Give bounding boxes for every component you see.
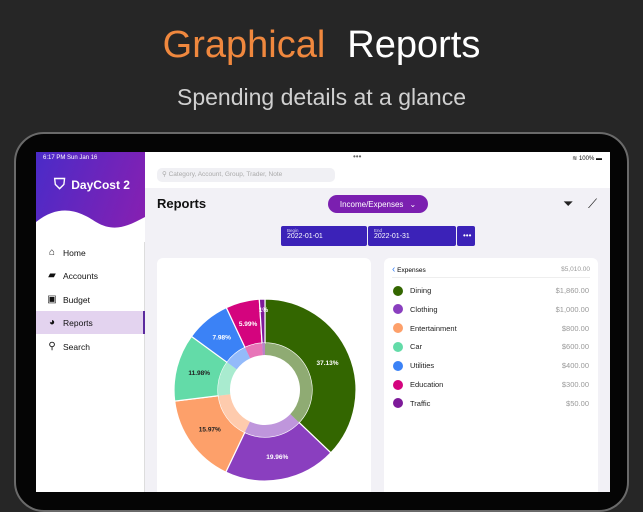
- sidebar-item-reports[interactable]: ◕ Reports: [36, 311, 145, 334]
- slice-label: 5.99%: [239, 321, 258, 328]
- date-range: Begin 2022-01-01 End 2022-01-31 •••: [281, 226, 475, 246]
- battery-status: ≋ 100% ▬: [572, 156, 602, 162]
- search-placeholder: Category, Account, Group, Trader, Note: [168, 171, 283, 178]
- color-dot: [393, 360, 403, 371]
- list-item[interactable]: Utilities $400.00: [393, 356, 589, 375]
- sidebar-item-budget[interactable]: ▣ Budget: [36, 288, 145, 311]
- category-amount: $1,000.00: [555, 304, 589, 314]
- list-item[interactable]: Education $300.00: [393, 375, 589, 394]
- budget-icon: ▣: [47, 294, 57, 305]
- page-title: Reports: [157, 196, 207, 211]
- list-item[interactable]: Entertainment $800.00: [393, 319, 589, 338]
- search-icon: ⚲: [48, 341, 56, 352]
- slice-label: 7.98%: [213, 335, 232, 342]
- app-screen: 6:17 PM Sun Jan 16 ⛉ DayCost 2 ⌂ Home ▰ Acc…: [36, 152, 610, 492]
- more-button[interactable]: •••: [457, 226, 475, 246]
- title-rest: Reports: [347, 24, 481, 66]
- begin-label: Begin: [287, 228, 299, 233]
- category-name: Entertainment: [410, 323, 457, 333]
- slice-label: 15.97%: [199, 427, 221, 434]
- search-input[interactable]: ⚲ Category, Account, Group, Trader, Note: [157, 168, 335, 182]
- end-date[interactable]: End 2022-01-31: [368, 226, 456, 246]
- category-name: Traffic: [410, 398, 431, 408]
- wallet-icon: ▰: [48, 270, 56, 281]
- category-amount: $300.00: [561, 380, 589, 389]
- list-total: $5,010.00: [561, 266, 590, 273]
- end-value: 2022-01-31: [374, 233, 410, 240]
- list-item[interactable]: Dining $1,860.00: [393, 281, 589, 300]
- report-type-label: Income/Expenses: [339, 199, 404, 209]
- slice-label: 1%: [259, 307, 269, 314]
- color-dot: [393, 341, 403, 352]
- category-amount: $50.00: [566, 398, 589, 408]
- begin-date[interactable]: Begin 2022-01-01: [281, 226, 367, 246]
- category-amount: $800.00: [561, 323, 589, 333]
- app-logo: ⛉ DayCost 2: [54, 176, 130, 193]
- sidebar-header: 6:17 PM Sun Jan 16 ⛉ DayCost 2: [36, 152, 145, 242]
- expense-list-card: ‹ Expenses $5,010.00 Dining $1,860.00 Cloth…: [384, 258, 598, 492]
- color-dot: [393, 304, 403, 315]
- status-time: 6:17 PM Sun Jan 16: [43, 155, 98, 161]
- multitask-dots-icon[interactable]: •••: [353, 152, 361, 161]
- list-item[interactable]: Car $600.00: [393, 337, 589, 356]
- color-dot: [393, 323, 403, 334]
- shield-dollar-icon: ⛉: [54, 176, 66, 193]
- list-item[interactable]: Clothing $1,000.00: [393, 300, 589, 319]
- nav-label: Budget: [63, 294, 90, 305]
- back-icon[interactable]: ‹: [392, 264, 395, 275]
- top-bar: ••• ≋ 100% ▬ ⚲ Category, Account, Group,…: [145, 152, 610, 188]
- app-name: DayCost 2: [71, 177, 130, 192]
- home-icon: ⌂: [48, 247, 56, 258]
- sidebar-item-accounts[interactable]: ▰ Accounts: [36, 264, 145, 287]
- chart-card: 37.13% 19.96% 15.97% 11.98% 7.98% 5.99% 1%: [157, 258, 371, 492]
- donut-chart: 37.13% 19.96% 15.97% 11.98% 7.98% 5.99%1%: [173, 298, 357, 482]
- nav-label: Home: [63, 247, 86, 258]
- color-dot: [393, 379, 403, 390]
- slice-label: 19.96%: [266, 454, 288, 461]
- category-name: Clothing: [410, 304, 438, 314]
- color-dot: [393, 285, 403, 296]
- slice-label: 37.13%: [316, 360, 338, 367]
- sidebar: 6:17 PM Sun Jan 16 ⛉ DayCost 2 ⌂ Home ▰ Acc…: [36, 152, 145, 492]
- color-dot: [393, 398, 403, 409]
- list-item[interactable]: Traffic $50.00: [393, 394, 589, 413]
- pie-chart-icon: ◕: [48, 317, 56, 328]
- title-accent: Graphical: [162, 24, 326, 66]
- end-label: End: [374, 228, 383, 233]
- promo-subtitle: Spending details at a glance: [177, 84, 466, 110]
- nav-label: Search: [63, 341, 90, 352]
- begin-value: 2022-01-01: [287, 233, 323, 240]
- line-chart-icon[interactable]: ⟋: [588, 196, 597, 212]
- nav-label: Reports: [63, 317, 93, 328]
- category-amount: $600.00: [561, 342, 589, 352]
- category-name: Education: [410, 380, 444, 389]
- category-amount: $1,860.00: [555, 286, 589, 295]
- list-header: ‹ Expenses $5,010.00: [392, 262, 590, 278]
- sidebar-item-home[interactable]: ⌂ Home: [36, 241, 145, 264]
- category-name: Dining: [410, 286, 432, 295]
- promo-title: Graphical Reports: [0, 24, 643, 67]
- chevron-down-icon: ⌄: [409, 199, 417, 209]
- slice-label: 11.98%: [188, 370, 210, 377]
- list-title: Expenses: [397, 267, 426, 274]
- battery-text: 100%: [578, 156, 595, 162]
- report-type-dropdown[interactable]: Income/Expenses ⌄: [328, 195, 428, 213]
- category-name: Car: [410, 342, 423, 352]
- category-amount: $400.00: [561, 361, 589, 371]
- sidebar-item-search[interactable]: ⚲ Search: [36, 335, 145, 358]
- nav-label: Accounts: [63, 270, 98, 281]
- category-name: Utilities: [410, 361, 435, 371]
- filter-icon[interactable]: ⏷: [563, 196, 573, 212]
